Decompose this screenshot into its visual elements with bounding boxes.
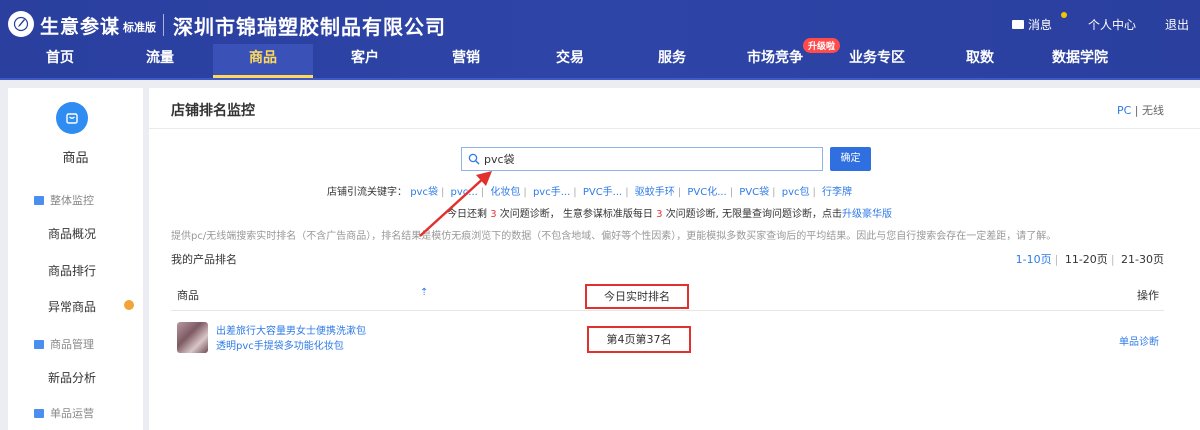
- messages-link[interactable]: 消息: [1012, 16, 1052, 33]
- sidebar-group-management: 商品管理: [34, 336, 94, 352]
- upgrade-link[interactable]: 升级豪华版: [842, 209, 892, 220]
- keyword-link[interactable]: 行李牌: [822, 187, 852, 198]
- keyword-link[interactable]: pvc袋: [410, 187, 438, 198]
- sidebar-item-overview[interactable]: 商品概况: [48, 225, 96, 242]
- sidebar-item-abnormal[interactable]: 异常商品: [48, 298, 96, 315]
- rank-value: 第4页第37名: [606, 333, 672, 346]
- search-input[interactable]: pvc袋: [461, 147, 823, 171]
- sidebar-title: 商品: [62, 151, 89, 166]
- upgrade-badge: 升级啦: [803, 38, 841, 53]
- keyword-link[interactable]: pvc...: [451, 187, 478, 198]
- folder-icon: [34, 408, 44, 418]
- product-thumbnail[interactable]: [177, 322, 208, 353]
- notification-dot: [1061, 12, 1067, 18]
- device-wireless[interactable]: 无线: [1142, 104, 1164, 117]
- page-range-11-20[interactable]: 11-20页: [1065, 253, 1108, 266]
- ranking-description: 提供pc/无线端搜索实时排名（不含广告商品），排名结果是模仿无痕浏览下的数据（不…: [171, 231, 1057, 242]
- company-name: 深圳市锦瑞塑胶制品有限公司: [173, 15, 446, 39]
- keyword-link[interactable]: PVC袋: [739, 187, 769, 198]
- col-rank: 今日实时排名: [604, 290, 670, 303]
- rank-header-highlight: 今日实时排名: [585, 284, 689, 309]
- nav-traffic[interactable]: 流量: [130, 44, 190, 78]
- keyword-link[interactable]: PVC化...: [687, 187, 726, 198]
- sidebar-group-overall: 整体监控: [34, 192, 94, 208]
- main-nav: 首页 流量 商品 客户 营销 交易 服务 市场竞争 业务专区 取数 数据学院: [0, 44, 1200, 78]
- quota-info: 今日还剩 3 次问题诊断， 生意参谋标准版每日 3 次问题诊断, 无限量查询问题…: [447, 209, 893, 220]
- device-pc[interactable]: PC: [1117, 104, 1131, 117]
- folder-icon: [34, 339, 44, 349]
- nav-fetch-data[interactable]: 取数: [950, 44, 1010, 78]
- nav-customers[interactable]: 客户: [335, 44, 395, 78]
- single-diagnosis-link[interactable]: 单品诊断: [1119, 333, 1159, 348]
- keyword-link[interactable]: pvc手...: [533, 187, 570, 198]
- nav-trade[interactable]: 交易: [540, 44, 600, 78]
- keyword-link[interactable]: pvc包: [782, 187, 810, 198]
- folder-icon: [34, 195, 44, 205]
- product-name-link[interactable]: 出差旅行大容量男女士便携洗漱包 透明pvc手提袋多功能化妆包: [216, 324, 376, 354]
- shopping-bag-icon: [56, 102, 88, 134]
- keyword-row: 店铺引流关键字： pvc袋 | pvc... | 化妆包 | pvc手... | PVC…: [327, 187, 853, 198]
- keyword-link[interactable]: 驱蚊手环: [635, 187, 675, 198]
- nav-data-academy[interactable]: 数据学院: [1045, 44, 1115, 78]
- edition-label: 标准版: [123, 21, 156, 34]
- sort-icon[interactable]: ⇡: [420, 287, 428, 298]
- confirm-button[interactable]: 确定: [830, 147, 871, 171]
- sidebar-group-single: 单品运营: [34, 405, 94, 421]
- page-range-21-30[interactable]: 21-30页: [1121, 253, 1164, 266]
- quota-count: 3: [490, 209, 497, 220]
- page-range-selector: 1-10页 | 11-20页 | 21-30页: [1015, 253, 1164, 266]
- sidebar-item-ranking[interactable]: 商品排行: [48, 262, 96, 279]
- top-header: 生意参谋 标准版 深圳市锦瑞塑胶制品有限公司 消息 个人中心 退出 首页 流量 …: [0, 0, 1200, 80]
- title-divider: [149, 128, 1200, 129]
- envelope-icon: [1012, 20, 1024, 29]
- nav-products[interactable]: 商品: [213, 44, 313, 78]
- sidebar: 商品 整体监控 商品概况 商品排行 异常商品 商品管理 新品分析 单品运营: [8, 88, 143, 430]
- main-panel: 店铺排名监控 PC | 无线 pvc袋 确定 店铺引流关键字： pvc袋 | pv…: [149, 88, 1200, 430]
- rank-value-highlight: 第4页第37名: [587, 326, 691, 353]
- my-ranking-title: 我的产品排名: [171, 253, 237, 266]
- page-range-1-10[interactable]: 1-10页: [1016, 253, 1052, 266]
- search-value: pvc袋: [484, 153, 515, 166]
- compass-icon[interactable]: [8, 11, 34, 37]
- messages-label: 消息: [1028, 18, 1053, 32]
- page-title: 店铺排名监控: [171, 103, 255, 119]
- nav-marketing[interactable]: 营销: [436, 44, 496, 78]
- sidebar-item-new-products[interactable]: 新品分析: [48, 369, 96, 386]
- col-action: 操作: [1137, 289, 1159, 302]
- user-center-link[interactable]: 个人中心: [1088, 16, 1136, 33]
- device-switch: PC | 无线: [1117, 102, 1164, 118]
- device-separator: |: [1134, 104, 1139, 117]
- alert-dot: [124, 300, 134, 310]
- nav-business-zone[interactable]: 业务专区: [842, 44, 912, 78]
- nav-service[interactable]: 服务: [642, 44, 702, 78]
- brand-name[interactable]: 生意参谋: [40, 12, 120, 39]
- logout-link[interactable]: 退出: [1165, 16, 1189, 33]
- nav-home[interactable]: 首页: [30, 44, 90, 78]
- header-divider: [163, 14, 164, 36]
- nav-market-competition[interactable]: 市场竞争: [740, 44, 810, 78]
- keyword-link[interactable]: 化妆包: [490, 187, 520, 198]
- daily-count: 3: [656, 209, 663, 220]
- keyword-label: 店铺引流关键字：: [327, 187, 407, 198]
- keyword-link[interactable]: PVC手...: [583, 187, 622, 198]
- col-product: 商品: [177, 289, 199, 302]
- search-icon: [468, 153, 480, 165]
